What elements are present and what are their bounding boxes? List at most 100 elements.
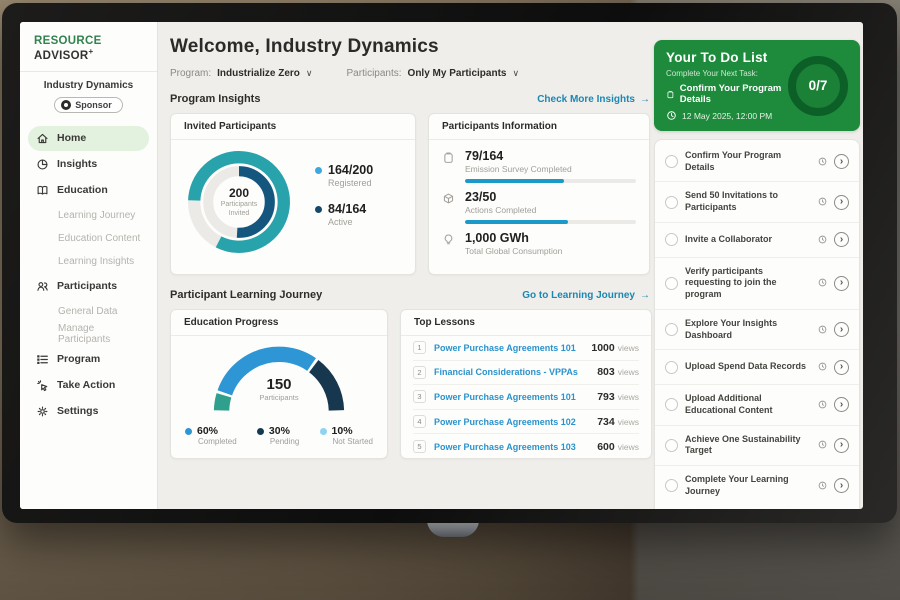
chevron-down-icon: ∨ — [306, 68, 313, 79]
stat-value: 1,000 GWh — [465, 231, 636, 245]
task-checkbox[interactable] — [665, 439, 678, 452]
sidebar-item-participants[interactable]: Participants — [28, 274, 149, 299]
task-row[interactable]: Upload Spend Data Records › — [655, 350, 859, 385]
clock-icon — [666, 110, 677, 121]
sidebar-item-manage-participants[interactable]: Manage Participants — [28, 323, 149, 346]
program-select-value: Industrialize Zero — [217, 68, 300, 79]
task-chevron-button[interactable]: › — [834, 397, 849, 412]
task-checkbox[interactable] — [665, 277, 678, 290]
task-label: Confirm Your Program Details — [685, 150, 811, 173]
page-title: Welcome, Industry Dynamics — [170, 36, 652, 58]
lesson-row[interactable]: 2 Financial Considerations - VPPAs 803vi… — [413, 361, 639, 386]
task-pending-icon — [818, 231, 827, 249]
sponsor-badge-label: Sponsor — [75, 100, 112, 110]
sidebar-item-education-content[interactable]: Education Content — [28, 227, 149, 250]
task-chevron-button[interactable]: › — [834, 232, 849, 247]
logo-secondary: ADVISOR — [34, 50, 89, 62]
sidebar-item-label: Program — [57, 353, 100, 365]
task-chevron-button[interactable]: › — [834, 360, 849, 375]
legend-item-completed: 60% Completed — [185, 425, 237, 446]
sidebar-item-program[interactable]: Program — [28, 347, 149, 372]
people-icon — [36, 280, 49, 293]
task-label: Upload Spend Data Records — [685, 361, 811, 373]
task-row[interactable]: Complete Your Learning Journey › — [655, 466, 859, 505]
registered-dot — [315, 167, 322, 174]
stat-emission-survey: 79/164 Emission Survey Completed — [442, 149, 636, 183]
collapse-tasks-link[interactable]: Collapse Tasks ∧ — [655, 505, 859, 509]
lesson-title-link[interactable]: Power Purchase Agreements 103 — [434, 442, 597, 452]
section-title-program-insights: Program Insights — [170, 93, 260, 105]
invited-legend: 164/200 Registered 84/164 Active — [315, 163, 373, 241]
insights-icon — [36, 158, 49, 171]
task-chevron-button[interactable]: › — [834, 195, 849, 210]
task-checkbox[interactable] — [665, 398, 678, 411]
gear-icon — [36, 405, 49, 418]
section-title-learning-journey: Participant Learning Journey — [170, 289, 322, 301]
lesson-row[interactable]: 3 Power Purchase Agreements 101 793views — [413, 385, 639, 410]
gauge-center-value: 150 — [203, 376, 355, 393]
task-pending-icon — [818, 358, 827, 376]
task-checkbox[interactable] — [665, 361, 678, 374]
task-chevron-button[interactable]: › — [834, 276, 849, 291]
lesson-row[interactable]: 5 Power Purchase Agreements 103 600views — [413, 434, 639, 459]
pending-dot — [257, 428, 264, 435]
lesson-title-link[interactable]: Power Purchase Agreements 101 — [434, 392, 597, 402]
sidebar-item-label: Insights — [57, 158, 97, 170]
task-row[interactable]: Explore Your Insights Dashboard › — [655, 310, 859, 350]
lesson-views-value: 803 — [597, 366, 615, 378]
todo-tasks-card: Confirm Your Program Details › Send 50 I… — [654, 139, 860, 509]
participants-select-label: Participants: — [347, 68, 402, 79]
task-checkbox[interactable] — [665, 323, 678, 336]
task-row[interactable]: Upload Additional Educational Content › — [655, 385, 859, 425]
task-row[interactable]: Achieve One Sustainability Target › — [655, 426, 859, 466]
sidebar-item-home[interactable]: Home — [28, 126, 149, 151]
participants-select[interactable]: Participants: Only My Participants ∨ — [347, 68, 520, 79]
sidebar-subitem-label: Education Content — [58, 233, 140, 244]
task-checkbox[interactable] — [665, 233, 678, 246]
donut-center-text: 200 Participants Invited — [183, 146, 295, 258]
task-row[interactable]: Invite a Collaborator › — [655, 223, 859, 258]
task-checkbox[interactable] — [665, 196, 678, 209]
legend-item-registered: 164/200 Registered — [315, 163, 373, 188]
task-label: Upload Additional Educational Content — [685, 393, 811, 416]
donut-center-label: Participants — [221, 200, 258, 209]
not-started-dot — [320, 428, 327, 435]
lesson-views-suffix: views — [618, 417, 639, 427]
sidebar-item-take-action[interactable]: Take Action — [28, 373, 149, 398]
lesson-views-suffix: views — [618, 442, 639, 452]
sidebar-item-settings[interactable]: Settings — [28, 399, 149, 424]
arrow-right-icon: → — [640, 94, 650, 105]
go-to-learning-journey-link[interactable]: Go to Learning Journey → — [522, 290, 650, 301]
lesson-row[interactable]: 1 Power Purchase Agreements 101 1000view… — [413, 336, 639, 361]
lesson-rank: 5 — [413, 440, 426, 453]
task-chevron-button[interactable]: › — [834, 322, 849, 337]
filters-row: Program: Industrialize Zero ∨ Participan… — [170, 68, 652, 79]
sidebar-item-insights[interactable]: Insights — [28, 152, 149, 177]
lesson-rank: 1 — [413, 341, 426, 354]
lesson-title-link[interactable]: Power Purchase Agreements 102 — [434, 417, 597, 427]
task-chevron-button[interactable]: › — [834, 438, 849, 453]
task-chevron-button[interactable]: › — [834, 154, 849, 169]
lesson-views-suffix: views — [618, 367, 639, 377]
sidebar-item-label: Settings — [57, 405, 98, 417]
sponsor-badge[interactable]: Sponsor — [54, 97, 123, 113]
lesson-row[interactable]: 4 Power Purchase Agreements 102 734views — [413, 410, 639, 435]
task-row[interactable]: Confirm Your Program Details › — [655, 142, 859, 182]
lesson-title-link[interactable]: Power Purchase Agreements 101 — [434, 343, 591, 353]
sidebar-item-education[interactable]: Education — [28, 178, 149, 203]
task-row[interactable]: Send 50 Invitations to Participants › — [655, 182, 859, 222]
sidebar-item-learning-journey[interactable]: Learning Journey — [28, 204, 149, 227]
check-more-insights-link[interactable]: Check More Insights → — [537, 94, 650, 105]
sidebar-divider — [20, 71, 157, 72]
task-row[interactable]: Verify participants requesting to join t… — [655, 258, 859, 310]
task-chevron-button[interactable]: › — [834, 478, 849, 493]
task-checkbox[interactable] — [665, 479, 678, 492]
sidebar-item-learning-insights[interactable]: Learning Insights — [28, 250, 149, 273]
program-select[interactable]: Program: Industrialize Zero ∨ — [170, 68, 313, 79]
sidebar-item-general-data[interactable]: General Data — [28, 300, 149, 323]
task-checkbox[interactable] — [665, 155, 678, 168]
legend-label: Not Started — [320, 437, 373, 446]
legend-value: 60% — [197, 425, 218, 437]
lesson-title-link[interactable]: Financial Considerations - VPPAs — [434, 367, 597, 377]
legend-value: 10% — [332, 425, 353, 437]
